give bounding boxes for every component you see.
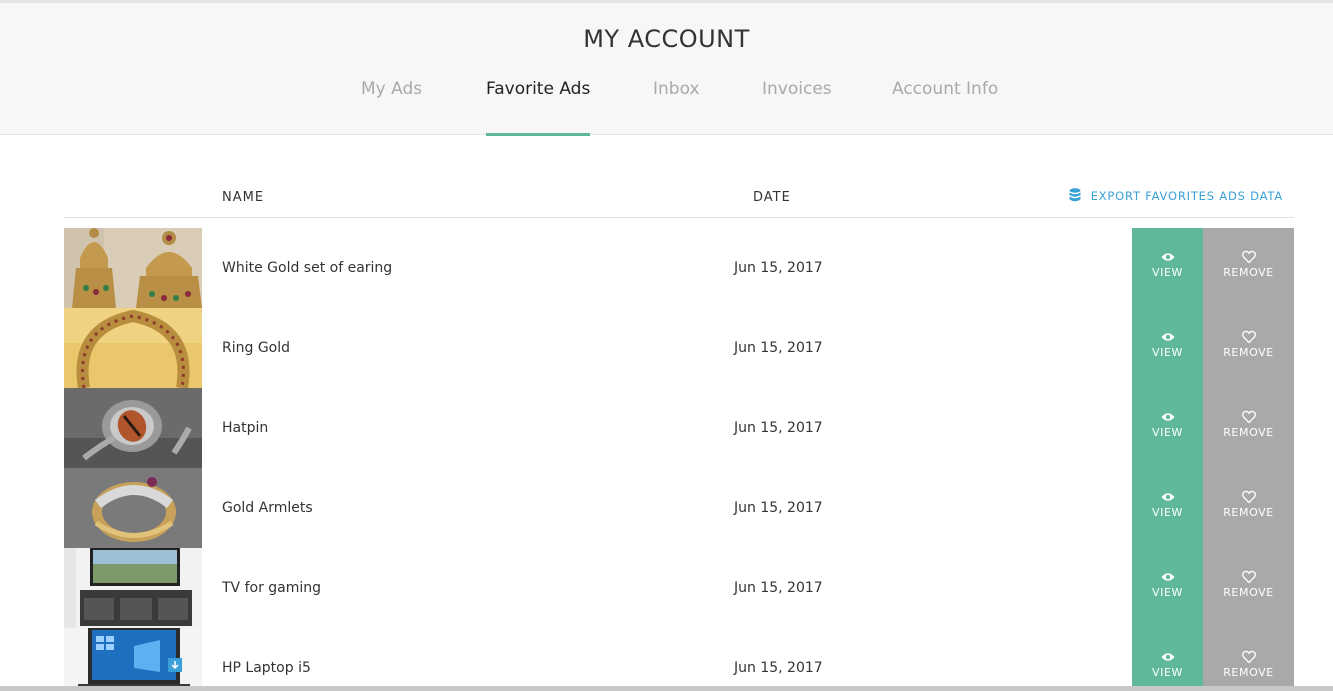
view-button[interactable]: VIEW — [1132, 308, 1203, 388]
heart-icon — [1241, 650, 1256, 664]
table-row: TV for gaming Jun 15, 2017 VIEW REMOVE — [64, 548, 1294, 628]
favorites-list: White Gold set of earing Jun 15, 2017 VI… — [64, 228, 1294, 691]
ad-thumbnail[interactable] — [64, 628, 202, 691]
ad-date: Jun 15, 2017 — [734, 420, 823, 436]
column-header-date: DATE — [753, 190, 791, 205]
view-label: VIEW — [1152, 586, 1183, 599]
remove-button[interactable]: REMOVE — [1203, 388, 1294, 468]
ad-thumbnail[interactable] — [64, 388, 202, 468]
eye-icon — [1161, 413, 1174, 421]
remove-label: REMOVE — [1223, 346, 1274, 359]
account-tabs: My Ads Favorite Ads Inbox Invoices Accou… — [0, 79, 1333, 137]
ad-date: Jun 15, 2017 — [734, 580, 823, 596]
view-label: VIEW — [1152, 666, 1183, 679]
table-header: NAME DATE EXPORT FAVORITES ADS DATA — [64, 176, 1294, 218]
remove-label: REMOVE — [1223, 506, 1274, 519]
ad-thumbnail[interactable] — [64, 228, 202, 308]
eye-icon — [1161, 333, 1174, 341]
ad-thumbnail[interactable] — [64, 308, 202, 388]
view-button[interactable]: VIEW — [1132, 548, 1203, 628]
tab-favorite-ads[interactable]: Favorite Ads — [486, 79, 591, 136]
heart-icon — [1241, 250, 1256, 264]
ad-name[interactable]: TV for gaming — [222, 580, 321, 596]
table-row: HP Laptop i5 Jun 15, 2017 VIEW REMOVE — [64, 628, 1294, 691]
ad-thumbnail[interactable] — [64, 548, 202, 628]
export-label: EXPORT FAVORITES ADS DATA — [1090, 188, 1283, 203]
view-button[interactable]: VIEW — [1132, 628, 1203, 691]
ad-date: Jun 15, 2017 — [734, 340, 823, 356]
tab-invoices[interactable]: Invoices — [762, 79, 832, 136]
view-label: VIEW — [1152, 346, 1183, 359]
remove-button[interactable]: REMOVE — [1203, 468, 1294, 548]
eye-icon — [1161, 493, 1174, 501]
table-row: White Gold set of earing Jun 15, 2017 VI… — [64, 228, 1294, 308]
heart-icon — [1241, 330, 1256, 344]
tab-account-info[interactable]: Account Info — [892, 79, 998, 136]
heart-icon — [1241, 490, 1256, 504]
eye-icon — [1161, 253, 1174, 261]
view-label: VIEW — [1152, 426, 1183, 439]
ad-name[interactable]: Ring Gold — [222, 340, 290, 356]
ad-date: Jun 15, 2017 — [734, 500, 823, 516]
table-row: Hatpin Jun 15, 2017 VIEW REMOVE — [64, 388, 1294, 468]
remove-button[interactable]: REMOVE — [1203, 628, 1294, 691]
view-label: VIEW — [1152, 266, 1183, 279]
table-row: Gold Armlets Jun 15, 2017 VIEW REMOVE — [64, 468, 1294, 548]
view-button[interactable]: VIEW — [1132, 228, 1203, 308]
column-header-name: NAME — [222, 190, 265, 205]
ad-date: Jun 15, 2017 — [734, 660, 823, 676]
page-title: MY ACCOUNT — [583, 25, 750, 53]
ad-name[interactable]: Gold Armlets — [222, 500, 313, 516]
page: MY ACCOUNT My Ads Favorite Ads Inbox Inv… — [0, 0, 1333, 691]
remove-label: REMOVE — [1223, 266, 1274, 279]
tab-inbox[interactable]: Inbox — [653, 79, 700, 136]
ad-name[interactable]: White Gold set of earing — [222, 260, 392, 276]
remove-label: REMOVE — [1223, 426, 1274, 439]
eye-icon — [1161, 573, 1174, 581]
export-favorites-link[interactable]: EXPORT FAVORITES ADS DATA — [1069, 188, 1283, 203]
database-icon — [1069, 188, 1081, 202]
remove-button[interactable]: REMOVE — [1203, 228, 1294, 308]
remove-button[interactable]: REMOVE — [1203, 548, 1294, 628]
heart-icon — [1241, 410, 1256, 424]
view-button[interactable]: VIEW — [1132, 388, 1203, 468]
table-row: Ring Gold Jun 15, 2017 VIEW REMOVE — [64, 308, 1294, 388]
view-button[interactable]: VIEW — [1132, 468, 1203, 548]
remove-label: REMOVE — [1223, 586, 1274, 599]
ad-thumbnail[interactable] — [64, 468, 202, 548]
account-header: MY ACCOUNT My Ads Favorite Ads Inbox Inv… — [0, 0, 1333, 137]
ad-date: Jun 15, 2017 — [734, 260, 823, 276]
view-label: VIEW — [1152, 506, 1183, 519]
eye-icon — [1161, 653, 1174, 661]
remove-label: REMOVE — [1223, 666, 1274, 679]
ad-name[interactable]: Hatpin — [222, 420, 268, 436]
horizontal-scrollbar[interactable] — [0, 686, 1333, 691]
tab-my-ads[interactable]: My Ads — [361, 79, 422, 136]
remove-button[interactable]: REMOVE — [1203, 308, 1294, 388]
ad-name[interactable]: HP Laptop i5 — [222, 660, 311, 676]
heart-icon — [1241, 570, 1256, 584]
